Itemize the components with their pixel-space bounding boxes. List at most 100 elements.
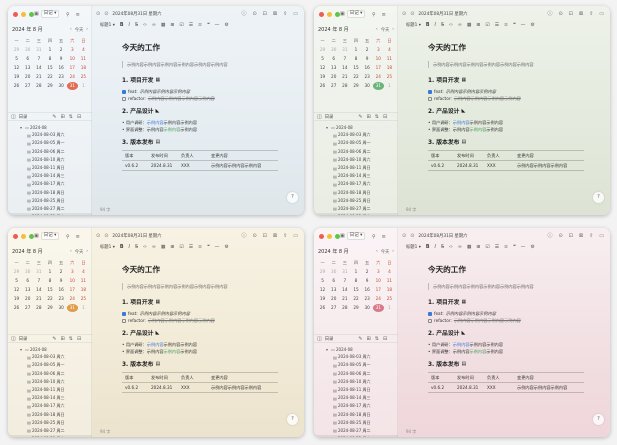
prev-month-icon[interactable]: ‹: [376, 249, 378, 255]
sort-icon[interactable]: ⇅: [375, 113, 379, 121]
tree-note-item[interactable]: ▤ 2024-08-18 周日: [8, 189, 92, 197]
calendar-day[interactable]: 29: [350, 82, 361, 90]
calendar-day[interactable]: 28: [33, 82, 44, 90]
calendar-day[interactable]: 18: [78, 286, 89, 294]
new-note-icon[interactable]: ✎: [52, 335, 56, 343]
calendar-day[interactable]: 16: [56, 286, 67, 294]
tree-note-item[interactable]: ▤ 2024-08-03 周六: [8, 353, 92, 361]
calendar-day[interactable]: 2: [56, 46, 67, 54]
export-icon[interactable]: ⊠: [273, 232, 277, 240]
calendar-day[interactable]: 4: [78, 46, 89, 54]
calendar-day[interactable]: 3: [67, 268, 78, 276]
minimize-window-button[interactable]: [21, 234, 26, 239]
calendar-day[interactable]: 19: [11, 73, 22, 81]
next-month-icon[interactable]: ›: [392, 249, 394, 255]
new-folder-icon[interactable]: ⊞: [367, 113, 371, 121]
calendar-day[interactable]: 5: [317, 55, 328, 63]
link-icon[interactable]: ⊙: [252, 232, 256, 240]
calendar-day[interactable]: 8: [44, 55, 55, 63]
settings-icon[interactable]: ⚙: [530, 23, 534, 28]
tree-note-item[interactable]: ▤ 2024-08-03 周六: [314, 131, 398, 139]
search-icon[interactable]: ⚲: [66, 233, 70, 241]
calendar-day[interactable]: 30: [362, 304, 373, 312]
settings-icon[interactable]: ⚙: [224, 245, 228, 250]
tree-note-item[interactable]: ▤ 2024-08-27 周二: [8, 205, 92, 213]
prev-month-icon[interactable]: ‹: [70, 27, 72, 33]
task-checkbox[interactable]: [428, 89, 432, 94]
bold-button[interactable]: B: [120, 245, 124, 250]
tree-note-item[interactable]: ▤ 2024-08-06 周二: [314, 148, 398, 156]
code-button[interactable]: ‹›: [449, 245, 453, 250]
calendar-day[interactable]: 10: [373, 277, 384, 285]
today-button[interactable]: 今天: [75, 27, 84, 33]
calendar-day[interactable]: 14: [339, 64, 350, 72]
close-window-button[interactable]: [319, 12, 324, 17]
calendar-day[interactable]: 1: [44, 46, 55, 54]
share-icon[interactable]: ⇪: [283, 232, 287, 240]
image-button[interactable]: ▦: [467, 23, 472, 28]
bullet-list-button[interactable]: ☰: [189, 23, 193, 28]
calendar-day[interactable]: 29: [44, 304, 55, 312]
calendar-day[interactable]: 13: [22, 286, 33, 294]
calendar-day[interactable]: 4: [78, 268, 89, 276]
calendar-day[interactable]: 9: [362, 277, 373, 285]
calendar-day[interactable]: 16: [362, 286, 373, 294]
close-window-button[interactable]: [13, 234, 18, 239]
link-icon[interactable]: ⊙: [558, 10, 562, 18]
calendar-day[interactable]: 6: [328, 55, 339, 63]
strike-button[interactable]: S̶: [441, 245, 444, 250]
tree-note-item[interactable]: ▤ 2024-08-05 周一: [8, 361, 92, 369]
calendar-day[interactable]: 29: [11, 268, 22, 276]
calendar-day[interactable]: 17: [373, 286, 384, 294]
divider-button[interactable]: —: [215, 23, 220, 28]
task-checkbox[interactable]: [122, 311, 126, 316]
search-icon[interactable]: ⚲: [372, 11, 376, 19]
export-icon[interactable]: ⊠: [579, 232, 583, 240]
today-button[interactable]: 今天: [381, 249, 390, 255]
minimize-window-button[interactable]: [21, 12, 26, 17]
tree-note-item[interactable]: ▤ 2024-08-17 周六: [314, 180, 398, 188]
calendar-day[interactable]: 19: [317, 295, 328, 303]
calendar-day[interactable]: 20: [22, 295, 33, 303]
calendar-day[interactable]: 15: [44, 64, 55, 72]
tree-note-item[interactable]: ▤ 2024-08-11 周日: [8, 386, 92, 394]
close-window-button[interactable]: [319, 234, 324, 239]
calendar-day[interactable]: 28: [33, 304, 44, 312]
today-button[interactable]: 今天: [381, 27, 390, 33]
more-icon[interactable]: ▭: [293, 232, 298, 240]
new-note-icon[interactable]: ✎: [358, 335, 362, 343]
menu-icon[interactable]: ≡: [76, 11, 80, 19]
calendar-day[interactable]: 26: [317, 304, 328, 312]
calendar-day[interactable]: 7: [33, 277, 44, 285]
app-switcher[interactable]: 日记 ▾: [40, 10, 60, 18]
calendar-day[interactable]: 15: [350, 64, 361, 72]
prev-month-icon[interactable]: ‹: [70, 249, 72, 255]
ordered-list-button[interactable]: ≡: [504, 23, 508, 28]
calendar-day[interactable]: 25: [78, 73, 89, 81]
menu-icon[interactable]: ≡: [382, 11, 386, 19]
bullet-list-button[interactable]: ☰: [495, 23, 499, 28]
calendar-day[interactable]: 17: [67, 286, 78, 294]
tree-note-item[interactable]: ▤ 2024-08-05 周一: [8, 139, 92, 147]
back-icon[interactable]: ⊙: [402, 233, 406, 239]
italic-button[interactable]: I: [435, 23, 436, 28]
prev-month-icon[interactable]: ‹: [376, 27, 378, 33]
calendar-day[interactable]: 1: [384, 304, 395, 312]
calendar-day-today[interactable]: 31: [66, 82, 78, 90]
heading-select[interactable]: 标题1 ▾: [100, 244, 115, 250]
sidebar-toggle-icon[interactable]: ▣: [340, 232, 345, 240]
divider-button[interactable]: —: [521, 23, 526, 28]
task-checkbox[interactable]: [122, 96, 126, 101]
image-icon[interactable]: ⊡: [263, 232, 267, 240]
settings-icon[interactable]: ⚙: [530, 245, 534, 250]
sort-icon[interactable]: ⇅: [69, 113, 73, 121]
bold-button[interactable]: B: [426, 245, 430, 250]
image-button[interactable]: ▦: [467, 245, 472, 250]
calendar-day[interactable]: 3: [373, 268, 384, 276]
calendar-day[interactable]: 26: [11, 82, 22, 90]
calendar-day[interactable]: 29: [317, 268, 328, 276]
link-button[interactable]: ∞: [152, 245, 156, 250]
app-switcher[interactable]: 日记 ▾: [40, 232, 60, 240]
collapse-all-icon[interactable]: ⊟: [77, 335, 81, 343]
tree-note-item[interactable]: ▤ 2024-08-18 周日: [8, 411, 92, 419]
